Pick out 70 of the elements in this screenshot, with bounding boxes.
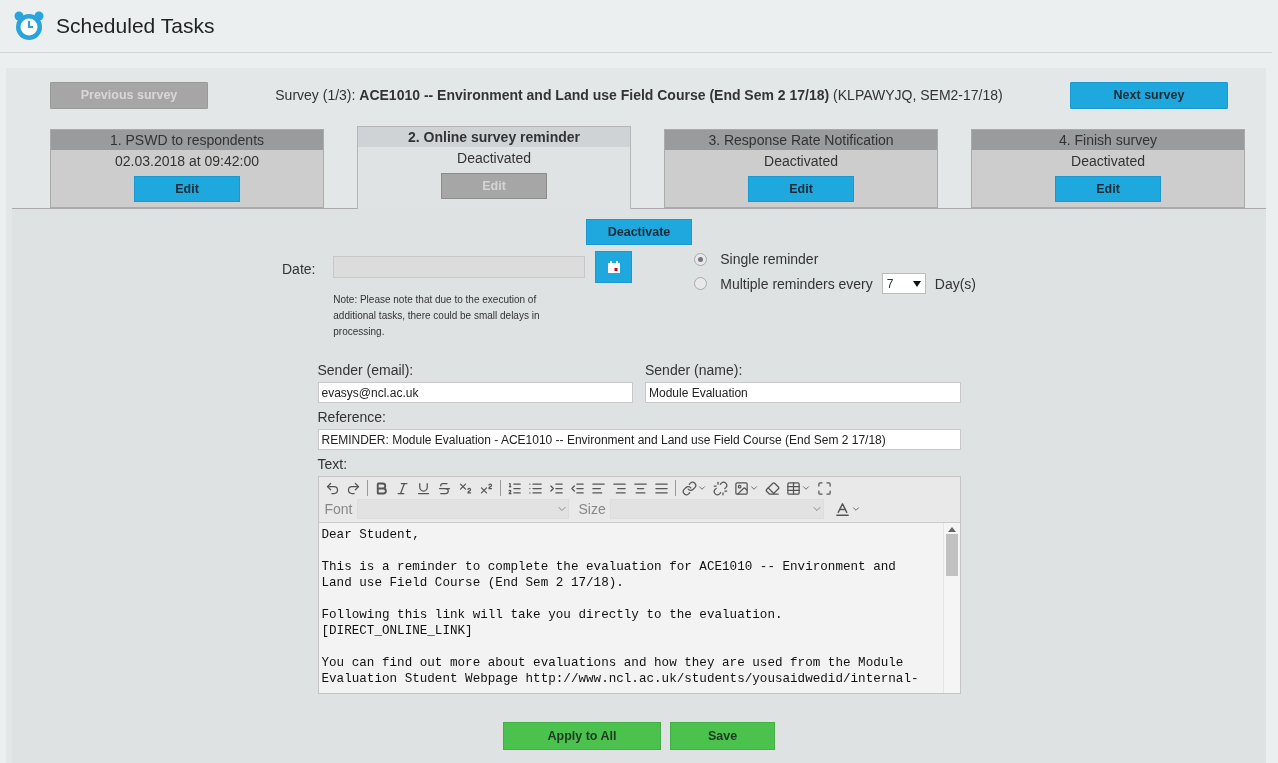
unlink-icon[interactable] — [712, 480, 728, 496]
survey-info: Survey (1/3): ACE1010 -- Environment and Land use Field Course (End Sem 2 17/18) (KLPAWYJQ, SEM2-17/18) — [275, 87, 1003, 103]
field-label: Sender (email): — [317, 362, 414, 378]
undo-icon[interactable] — [324, 480, 340, 496]
radio-label: Multiple reminders every — [720, 275, 873, 292]
bulleted-list-icon[interactable] — [527, 480, 543, 496]
scroll-up-icon[interactable] — [947, 527, 956, 532]
message-paragraph: Following this link will take you directly to the evaluation. [DIRECT_ONLINE_LINK] — [321, 607, 784, 639]
font-label: Font — [324, 501, 353, 517]
message-paragraph: Dear Student, — [321, 527, 421, 543]
task-status: 02.03.2018 at 09:42:00 — [115, 153, 259, 169]
field-label: Text: — [317, 456, 348, 472]
action-button[interactable]: Apply to All — [503, 722, 661, 750]
interval-select[interactable]: 7 — [881, 273, 926, 294]
message-paragraph: This is a reminder to complete the evaluation for ACE1010 -- Environment and Land use Field Course (End Sem 2 17/18). — [321, 559, 897, 591]
delay-note: Note: Please note that due to the execution of additional tasks, there could be small delays in processing. — [333, 293, 541, 339]
dropdown-arrow-icon — [912, 280, 921, 287]
redo-icon[interactable] — [345, 480, 361, 496]
align-center-icon[interactable] — [632, 480, 648, 496]
task-status: Deactivated — [1071, 153, 1145, 169]
calendar-icon — [606, 260, 621, 274]
tab-title: 4. Finish survey — [972, 130, 1244, 150]
edit-button[interactable]: Edit — [748, 176, 854, 202]
action-button[interactable]: Save — [670, 722, 775, 750]
message-paragraph: You can find out more about evaluations and how they are used from the Module Evaluation Student Webpage http://www.ncl.ac.uk/students/yousaidwedid/internal- — [321, 655, 920, 687]
text-color-icon[interactable] — [833, 500, 861, 518]
underline-icon[interactable] — [415, 480, 431, 496]
tab-title: 3. Response Rate Notification — [665, 130, 937, 150]
edit-button[interactable]: Edit — [1055, 176, 1161, 202]
reference-field[interactable]: REMINDER: Module Evaluation - ACE1010 -- Environment and Land use Field Course (End Sem 2 17/18) — [317, 429, 961, 450]
task-status: Deactivated — [764, 153, 838, 169]
edit-button[interactable]: Edit — [134, 176, 240, 202]
task-tab[interactable]: 4. Finish survey Deactivated Edit — [971, 129, 1245, 208]
superscript-icon[interactable] — [478, 480, 494, 496]
field-label: Reference: — [317, 409, 386, 425]
radio-label: Single reminder — [720, 251, 819, 267]
table-icon[interactable] — [785, 480, 811, 496]
sender-email-field[interactable]: evasys@ncl.ac.uk — [317, 382, 633, 403]
align-left-icon[interactable] — [590, 480, 606, 496]
interval-unit: Day(s) — [934, 275, 976, 292]
field-label: Sender (name): — [645, 362, 743, 378]
image-icon[interactable] — [733, 480, 759, 496]
tab-title: 1. PSWD to respondents — [51, 130, 323, 150]
scrollbar[interactable] — [942, 523, 960, 693]
scrollbar-thumb[interactable] — [945, 534, 958, 576]
task-tab[interactable]: 3. Response Rate Notification Deactivated Edit — [664, 129, 938, 208]
date-label: Date: — [282, 260, 317, 279]
page-title: Scheduled Tasks — [56, 14, 215, 38]
radio-button[interactable] — [694, 277, 708, 290]
calendar-button[interactable] — [595, 251, 633, 283]
align-right-icon[interactable] — [611, 480, 627, 496]
eraser-icon[interactable] — [764, 480, 780, 496]
link-icon[interactable] — [681, 480, 707, 496]
fullscreen-icon[interactable] — [816, 480, 832, 496]
task-status: Deactivated — [457, 150, 531, 166]
tab-title: 2. Online survey reminder — [358, 127, 630, 147]
subscript-icon[interactable] — [457, 480, 473, 496]
deactivate-button[interactable]: Deactivate — [586, 219, 692, 245]
numbered-list-icon[interactable] — [506, 480, 522, 496]
indent-icon[interactable] — [548, 480, 564, 496]
task-tab[interactable]: 1. PSWD to respondents 02.03.2018 at 09:42:00 Edit — [50, 129, 324, 208]
alarm-clock-icon — [14, 11, 44, 41]
outdent-icon[interactable] — [569, 480, 585, 496]
justify-icon[interactable] — [653, 480, 669, 496]
next-survey-button[interactable]: Next survey — [1070, 81, 1228, 109]
strikethrough-icon[interactable] — [436, 480, 452, 496]
radio-button[interactable] — [694, 252, 708, 266]
sender-name-field[interactable]: Module Evaluation — [645, 382, 961, 403]
size-label: Size — [578, 501, 606, 517]
italic-icon[interactable] — [394, 480, 410, 496]
